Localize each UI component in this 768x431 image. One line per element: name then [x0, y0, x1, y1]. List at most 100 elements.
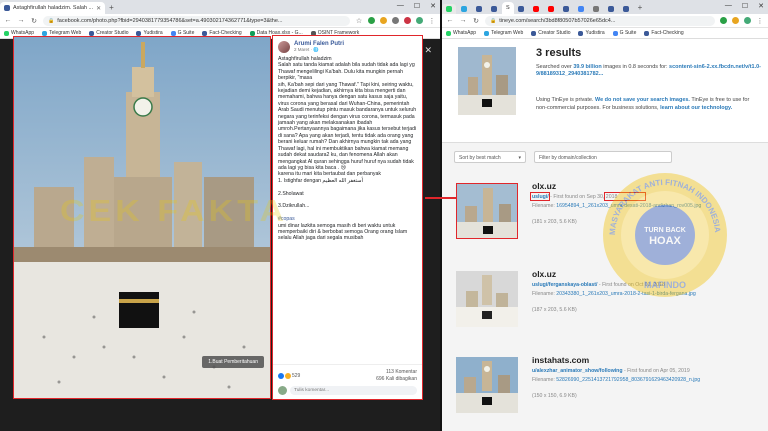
extension-icon[interactable]	[732, 17, 739, 24]
bookmark-fact-checking[interactable]: Fact-Checking	[644, 30, 684, 36]
right-url-input[interactable]: 🔒 tineye.com/search/3bd8f80507b57026e65d…	[485, 15, 715, 26]
post-text: Astaghfirullah haladzim Salah satu tanda…	[278, 56, 417, 242]
facebook-icon	[607, 6, 614, 12]
close-window-button[interactable]: ✕	[430, 2, 436, 10]
author-avatar[interactable]	[278, 41, 290, 53]
tab-background[interactable]	[544, 4, 558, 14]
close-viewer-icon[interactable]: ✕	[424, 45, 432, 56]
tab-tineye[interactable]: S	[502, 2, 514, 14]
result-site[interactable]: instahats.com	[532, 355, 589, 365]
menu-kebab-icon[interactable]: ⋮	[428, 17, 436, 25]
telegram-icon	[42, 30, 48, 36]
menu-kebab-icon[interactable]: ⋮	[756, 17, 764, 25]
result-dimensions: (181 x 203, 5.6 KB)	[532, 219, 577, 225]
tab-facebook[interactable]: Astaghfirullah haladzim. Salah ... ✕	[0, 2, 106, 14]
close-tab-icon[interactable]: ✕	[96, 5, 101, 12]
right-window-controls: — ☐ ✕	[725, 2, 764, 10]
page-icon	[592, 6, 599, 12]
facebook-icon	[202, 30, 208, 36]
share-count[interactable]: 696 Kali dibagikan	[376, 376, 417, 383]
reload-icon[interactable]: ↻	[30, 17, 38, 25]
left-url-input[interactable]: 🔒 facebook.com/photo.php?fbid=2940381779…	[43, 15, 350, 26]
sort-select[interactable]: Sort by best match ▾	[454, 151, 526, 163]
post-header: Arumi Falen Putri 2 Maret · 🌐	[273, 36, 422, 56]
tab-background[interactable]	[514, 4, 528, 14]
tab-background[interactable]	[574, 4, 588, 14]
result-dimensions: (150 x 150, 6.9 KB)	[532, 393, 577, 399]
left-browser-window: Astaghfirullah haladzim. Salah ... ✕ + —…	[0, 0, 440, 431]
google-icon	[170, 30, 176, 36]
extension-icon[interactable]	[392, 17, 399, 24]
result-site[interactable]: olx.uz	[532, 181, 556, 191]
back-arrow-icon[interactable]: ←	[4, 17, 12, 24]
creator-studio-icon	[89, 30, 95, 36]
tab-background[interactable]	[529, 4, 543, 14]
seal-bottom-text: MAFINDO	[644, 280, 686, 290]
forward-arrow-icon[interactable]: →	[459, 17, 467, 24]
result-path-link[interactable]: uslugi/ferganskaya-oblast/	[532, 282, 597, 288]
tab-background[interactable]	[604, 4, 618, 14]
result-thumbnail[interactable]	[456, 183, 518, 239]
right-bookmarks-bar: WhatsApp Telegram Web Creator Studio Yud…	[442, 28, 768, 39]
new-tab-button[interactable]: +	[634, 2, 647, 14]
notify-button[interactable]: 1.Buat Pemberitahuan	[202, 356, 264, 368]
facebook-favicon-icon	[4, 5, 10, 11]
new-tab-button[interactable]: +	[105, 2, 118, 14]
extension-icon[interactable]	[720, 17, 727, 24]
maximize-button[interactable]: ☐	[414, 2, 420, 10]
extension-icon[interactable]	[380, 17, 387, 24]
comment-input[interactable]: Tulis komentar...	[290, 386, 417, 395]
bookmark-whatsapp[interactable]: WhatsApp	[446, 30, 476, 36]
forward-arrow-icon[interactable]: →	[17, 17, 25, 24]
bookmark-gsuite[interactable]: G Suite	[612, 30, 636, 36]
creator-studio-icon	[531, 30, 537, 36]
back-arrow-icon[interactable]: ←	[446, 17, 454, 24]
query-image-thumbnail[interactable]	[458, 47, 516, 115]
domain-filter-input[interactable]: Filter by domain/collection	[534, 151, 672, 163]
result-filename-link[interactable]: 52826990_2251413721792958_80367916294634…	[556, 377, 700, 383]
technology-link[interactable]: learn about our technology.	[660, 105, 732, 111]
tab-background[interactable]	[457, 4, 471, 14]
profile-avatar-icon[interactable]	[744, 17, 751, 24]
extension-icon[interactable]	[368, 17, 375, 24]
tab-whatsapp[interactable]	[442, 4, 456, 14]
result-image	[456, 357, 518, 413]
bookmark-creator-studio[interactable]: Creator Studio	[531, 30, 570, 36]
result-path-link[interactable]: u/alexzhar_animator_show/following	[532, 368, 623, 374]
mafindo-seal-logo: MASYARAKAT ANTI FITNAH INDONESIA TURN BA…	[603, 173, 727, 297]
reaction-summary[interactable]: 529	[278, 369, 300, 383]
maximize-button[interactable]: ☐	[742, 2, 748, 10]
bookmark-telegram[interactable]: Telegram Web	[484, 30, 523, 36]
lock-icon: 🔒	[48, 17, 55, 24]
tab-background[interactable]	[472, 4, 486, 14]
results-count: 3 results	[536, 47, 582, 59]
youtube-icon	[532, 6, 539, 12]
right-tab-strip: S + — ☐ ✕	[442, 0, 768, 14]
like-icon	[278, 373, 284, 379]
close-window-button[interactable]: ✕	[758, 2, 764, 10]
left-window-controls: — ☐ ✕	[397, 2, 436, 10]
facebook-icon	[644, 30, 650, 36]
whatsapp-icon	[4, 30, 9, 36]
star-icon[interactable]: ☆	[355, 17, 363, 25]
tab-background[interactable]	[487, 4, 501, 14]
bookmark-yudistira[interactable]: Yudistira	[578, 30, 605, 36]
extension-icon[interactable]	[404, 17, 411, 24]
result-site[interactable]: olx.uz	[532, 269, 556, 279]
tab-background[interactable]	[589, 4, 603, 14]
facebook-icon	[622, 6, 629, 12]
comment-count[interactable]: 113 Komentar	[376, 369, 417, 376]
reload-icon[interactable]: ↻	[472, 17, 480, 25]
privacy-link[interactable]: We do not save your search images.	[595, 97, 690, 103]
tab-background[interactable]	[559, 4, 573, 14]
tab-background[interactable]	[619, 4, 633, 14]
result-thumbnail[interactable]	[456, 357, 518, 413]
minimize-button[interactable]: —	[725, 2, 732, 10]
post-date[interactable]: 2 Maret ·	[294, 47, 313, 52]
result-thumbnail[interactable]	[456, 271, 518, 327]
minimize-button[interactable]: —	[397, 2, 404, 10]
user-avatar	[278, 386, 287, 395]
facebook-icon	[517, 6, 524, 12]
profile-avatar-icon[interactable]	[416, 17, 423, 24]
search-summary: Searched over 39.9 billion images in 0.8…	[536, 64, 762, 77]
